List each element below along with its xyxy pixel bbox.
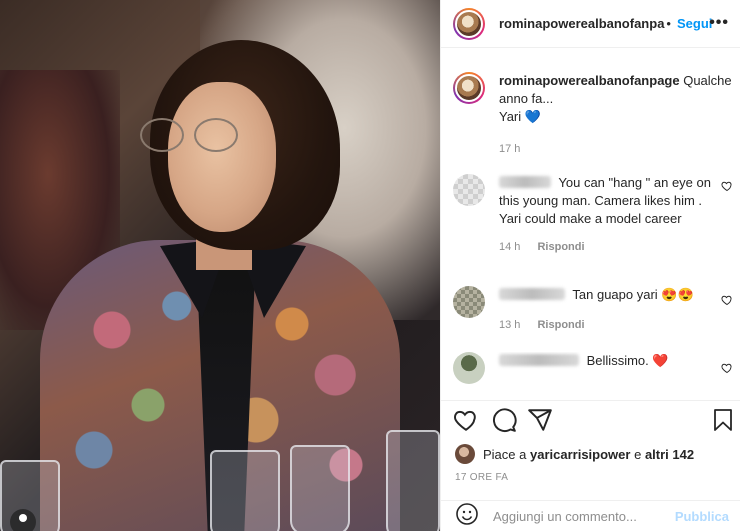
comment-time[interactable]: 13 h [499,319,520,331]
commenter-avatar[interactable] [453,174,485,206]
heart-icon[interactable] [453,407,479,438]
comment-item: Bellissimo. ❤️ [453,352,733,400]
add-comment-bar: Aggiungi un commento... Pubblica [441,500,740,531]
share-icon[interactable] [527,407,553,438]
comment-time[interactable]: 14 h [499,241,520,253]
caption-text-line2: anno fa... [499,91,554,106]
caption-username[interactable]: rominapowerealbanofanpage [499,73,680,88]
post-actions-bar [441,400,740,440]
blue-heart-emoji: 💙 [524,109,541,124]
heart-icon[interactable] [721,180,733,195]
commenter-username-blurred[interactable] [499,354,579,366]
reply-button[interactable]: Rispondi [537,241,584,253]
liker-avatar[interactable] [455,444,475,464]
photo-glasses-right [194,118,238,152]
commenter-avatar[interactable] [453,286,485,318]
comment-item: Tan guapo yari 😍😍 13 h Rispondi [453,286,733,334]
comment-text: Bellissimo. [586,353,649,368]
user-icon [19,514,27,522]
post-caption: rominapowerealbanofanpage Qualche anno f… [453,72,733,158]
post-timestamp[interactable]: 17 ORE FA [455,472,508,483]
likes-others-count[interactable]: altri 142 [645,447,694,462]
caption-text-line3: Yari [499,109,522,124]
caption-text-line1: Qualche [683,73,732,88]
photo-glass [386,430,440,531]
photo-glasses-left [140,118,184,152]
red-heart-emoji: ❤️ [652,353,669,368]
post-photo[interactable] [0,0,440,531]
publish-button[interactable]: Pubblica [675,509,729,524]
photo-face [168,82,276,232]
reply-button[interactable]: Rispondi [537,319,584,331]
photo-glass [210,450,280,531]
likes-summary: Piace a yaricarrisipower e altri 142 [455,444,694,464]
caption-time[interactable]: 17 h [499,140,733,158]
more-icon[interactable]: ••• [709,14,729,32]
emoji-icon[interactable] [455,502,479,531]
heart-icon[interactable] [721,294,733,309]
post-side-panel: rominapowerealbanofanpa • Segui ••• romi… [440,0,740,531]
likes-conjunction: e [634,446,642,462]
heart-icon[interactable] [721,362,733,377]
likes-prefix: Piace a [483,446,527,462]
post-header: rominapowerealbanofanpa • Segui ••• [441,0,740,48]
comment-text: Tan guapo yari 😍😍 [572,287,694,302]
comment-item: You can "hang " an eye on this young man… [453,174,733,256]
liker-username[interactable]: yaricarrisipower [530,447,630,462]
commenter-username-blurred[interactable] [499,288,565,300]
separator-dot: • [666,16,671,31]
bookmark-icon[interactable] [711,407,735,438]
author-avatar[interactable] [453,7,485,40]
author-username[interactable]: rominapowerealbanofanpa [499,16,664,31]
caption-avatar[interactable] [453,72,485,104]
follow-button[interactable]: Segui [677,16,712,31]
comment-icon[interactable] [491,407,517,438]
comment-input[interactable]: Aggiungi un commento... [493,509,637,524]
tagged-users-button[interactable] [10,509,36,531]
commenter-avatar[interactable] [453,352,485,384]
commenter-username-blurred[interactable] [499,176,551,188]
photo-glass [290,445,350,531]
